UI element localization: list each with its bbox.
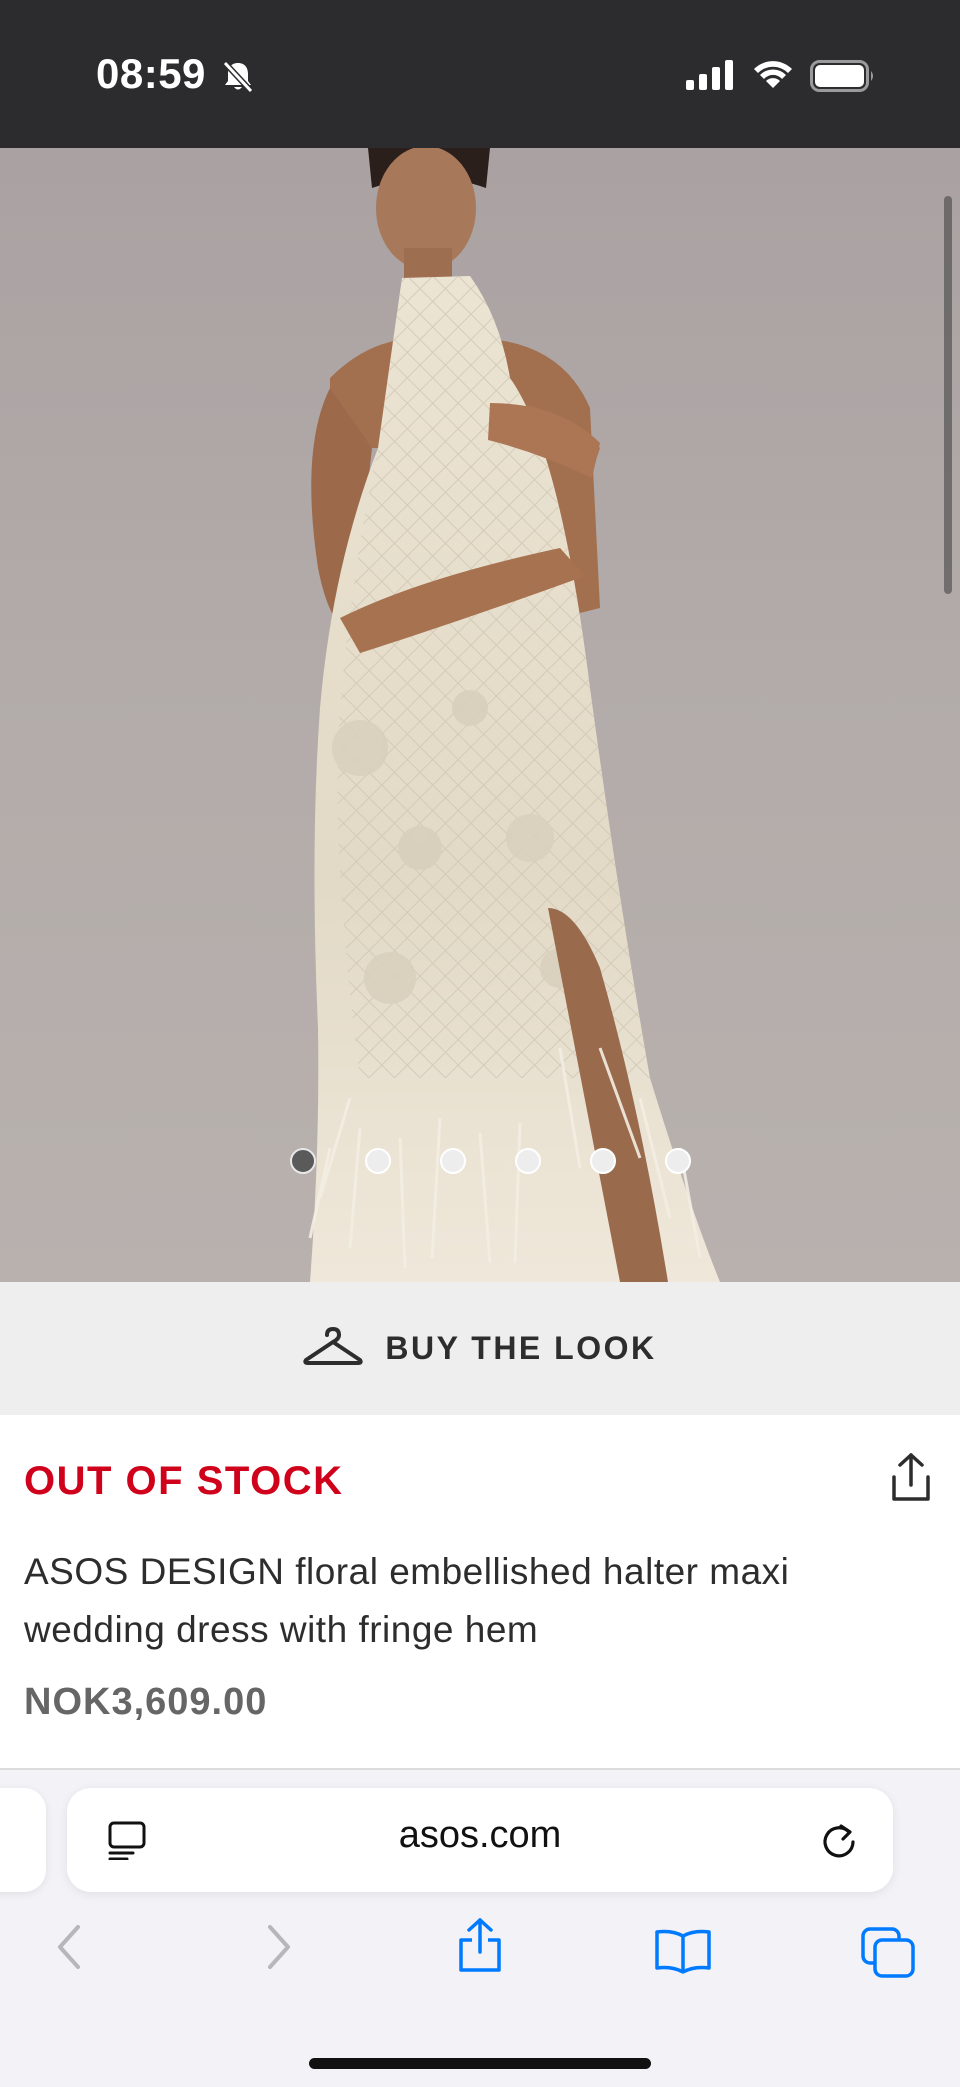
stock-status: OUT OF STOCK [24,1459,344,1503]
wifi-icon [752,56,794,95]
forward-icon[interactable] [262,1922,296,1977]
carousel-dots [0,1148,960,1178]
carousel-dot-6[interactable] [664,1148,691,1174]
carousel-dot-1[interactable] [289,1148,316,1174]
carousel-dot-2[interactable] [364,1148,391,1174]
home-indicator[interactable] [309,2058,651,2069]
address-bar[interactable]: asos.com [67,1788,893,1892]
reload-icon[interactable] [819,1820,859,1865]
browser-toolbar: asos.com [0,1768,960,2087]
buy-the-look-button[interactable]: BUY THE LOOK [0,1282,960,1415]
product-image-gallery[interactable] [0,148,960,1282]
product-price: NOK3,609.00 [24,1681,268,1723]
bell-slash-icon [222,60,254,99]
carousel-dot-4[interactable] [514,1148,541,1174]
product-photo [308,148,720,1282]
scroll-indicator[interactable] [944,196,952,594]
share-icon[interactable] [456,1916,504,1979]
previous-tab-peek[interactable] [0,1788,46,1892]
product-info: OUT OF STOCK ASOS DESIGN floral embellis… [0,1415,960,1768]
carousel-dot-3[interactable] [439,1148,466,1174]
back-icon[interactable] [52,1922,86,1977]
tabs-icon[interactable] [860,1926,916,1983]
bookmarks-icon[interactable] [654,1928,712,1979]
url-text: asos.com [398,1814,562,1856]
status-bar: 08:59 [0,0,960,148]
carousel-dot-5[interactable] [589,1148,616,1174]
buy-the-look-label: BUY THE LOOK [385,1330,657,1366]
cellular-signal-icon [686,60,734,95]
status-time: 08:59 [96,50,206,97]
hanger-icon [303,1326,364,1371]
share-icon[interactable] [888,1451,934,1508]
battery-full-icon [810,60,876,97]
product-title: ASOS DESIGN floral embellished halter ma… [24,1551,790,1650]
